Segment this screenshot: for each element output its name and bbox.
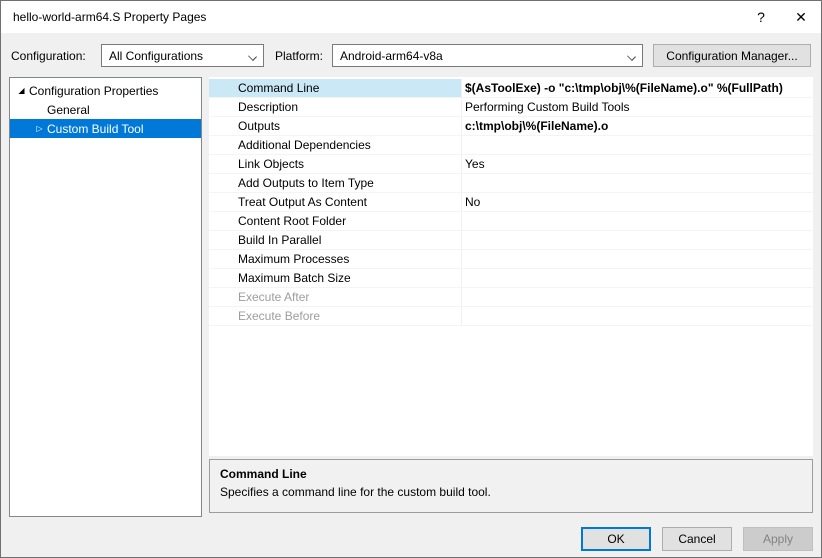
tree-item-general[interactable]: General <box>10 100 201 119</box>
property-name: Treat Output As Content <box>209 193 461 211</box>
chevron-down-icon <box>627 52 636 61</box>
apply-button: Apply <box>743 527 813 551</box>
tree-item-label: General <box>47 103 90 117</box>
property-description-panel: Command Line Specifies a command line fo… <box>209 459 813 513</box>
property-row-additional-dependencies[interactable]: Additional Dependencies <box>209 136 813 155</box>
tree-item-label: Custom Build Tool <box>47 122 144 136</box>
property-row-outputs[interactable]: Outputs c:\tmp\obj\%(FileName).o <box>209 117 813 136</box>
property-name: Content Root Folder <box>209 212 461 230</box>
description-text: Specifies a command line for the custom … <box>220 485 802 499</box>
property-row-link-objects[interactable]: Link Objects Yes <box>209 155 813 174</box>
tree-expanded-icon[interactable]: ◢ <box>14 86 29 95</box>
tree-item-custom-build-tool[interactable]: ▷ Custom Build Tool <box>10 119 201 138</box>
property-value[interactable] <box>461 174 813 192</box>
tree-collapsed-icon[interactable]: ▷ <box>32 124 47 133</box>
configuration-label: Configuration: <box>11 49 86 63</box>
property-pages-dialog: hello-world-arm64.S Property Pages ? ✕ C… <box>0 0 822 558</box>
property-value[interactable]: No <box>461 193 813 211</box>
property-value[interactable] <box>461 231 813 249</box>
configuration-tree: ◢ Configuration Properties General ▷ Cus… <box>9 77 202 517</box>
property-value[interactable]: Yes <box>461 155 813 173</box>
cancel-button[interactable]: Cancel <box>662 527 732 551</box>
configuration-dropdown-value: All Configurations <box>109 49 203 63</box>
property-name: Execute After <box>209 288 461 306</box>
property-name: Additional Dependencies <box>209 136 461 154</box>
ok-button[interactable]: OK <box>581 527 651 551</box>
property-value[interactable] <box>461 136 813 154</box>
property-value[interactable] <box>461 212 813 230</box>
property-row-description[interactable]: Description Performing Custom Build Tool… <box>209 98 813 117</box>
property-row-treat-output-as-content[interactable]: Treat Output As Content No <box>209 193 813 212</box>
property-name: Build In Parallel <box>209 231 461 249</box>
platform-dropdown[interactable]: Android-arm64-v8a <box>332 44 643 67</box>
tree-item-label: Configuration Properties <box>29 84 158 98</box>
property-row-command-line[interactable]: Command Line $(AsToolExe) -o "c:\tmp\obj… <box>209 79 813 98</box>
property-row-execute-after: Execute After <box>209 288 813 307</box>
property-value[interactable]: Performing Custom Build Tools <box>461 98 813 116</box>
property-value[interactable]: c:\tmp\obj\%(FileName).o <box>461 117 813 135</box>
property-name: Outputs <box>209 117 461 135</box>
property-row-build-in-parallel[interactable]: Build In Parallel <box>209 231 813 250</box>
property-name: Description <box>209 98 461 116</box>
property-name: Maximum Batch Size <box>209 269 461 287</box>
property-row-maximum-processes[interactable]: Maximum Processes <box>209 250 813 269</box>
property-row-execute-before: Execute Before <box>209 307 813 326</box>
property-name: Execute Before <box>209 307 461 325</box>
property-value <box>461 288 813 306</box>
configuration-manager-button[interactable]: Configuration Manager... <box>653 44 811 67</box>
property-row-maximum-batch-size[interactable]: Maximum Batch Size <box>209 269 813 288</box>
property-row-content-root-folder[interactable]: Content Root Folder <box>209 212 813 231</box>
property-row-add-outputs-to-item-type[interactable]: Add Outputs to Item Type <box>209 174 813 193</box>
property-name: Maximum Processes <box>209 250 461 268</box>
tree-item-configuration-properties[interactable]: ◢ Configuration Properties <box>10 81 201 100</box>
configuration-dropdown[interactable]: All Configurations <box>101 44 264 67</box>
property-grid: Command Line $(AsToolExe) -o "c:\tmp\obj… <box>209 77 813 456</box>
close-icon[interactable]: ✕ <box>781 1 821 33</box>
window-title: hello-world-arm64.S Property Pages <box>1 10 741 24</box>
property-name: Command Line <box>209 79 461 97</box>
titlebar: hello-world-arm64.S Property Pages ? ✕ <box>1 1 821 33</box>
platform-dropdown-value: Android-arm64-v8a <box>340 49 443 63</box>
property-value[interactable]: $(AsToolExe) -o "c:\tmp\obj\%(FileName).… <box>461 79 813 97</box>
help-icon[interactable]: ? <box>741 1 781 33</box>
chevron-down-icon <box>248 52 257 61</box>
platform-label: Platform: <box>275 49 323 63</box>
property-value[interactable] <box>461 269 813 287</box>
property-value <box>461 307 813 325</box>
description-title: Command Line <box>220 467 802 481</box>
property-value[interactable] <box>461 250 813 268</box>
property-name: Add Outputs to Item Type <box>209 174 461 192</box>
property-name: Link Objects <box>209 155 461 173</box>
